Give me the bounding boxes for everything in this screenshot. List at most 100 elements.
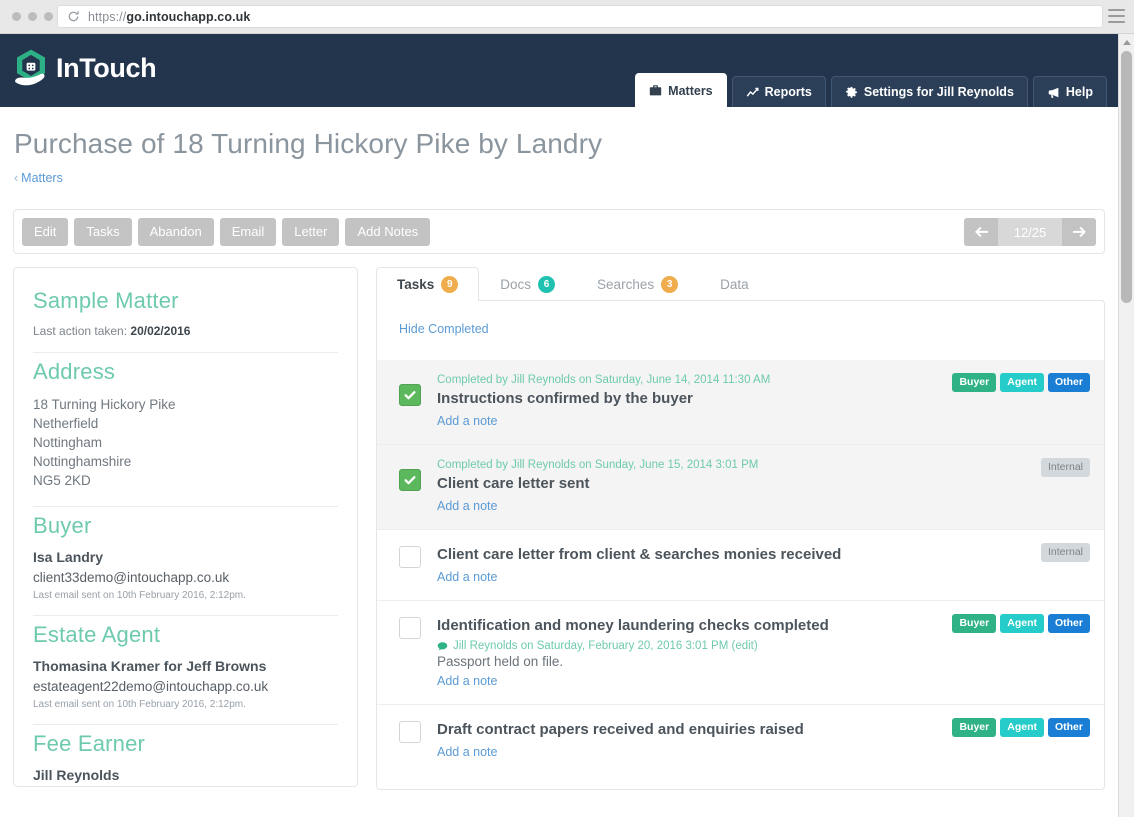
- scroll-up-arrow-icon[interactable]: [1119, 34, 1134, 50]
- task-checkbox-checked[interactable]: [399, 384, 421, 406]
- tag-internal[interactable]: Internal: [1041, 458, 1090, 477]
- action-toolbar: Edit Tasks Abandon Email Letter Add Note…: [13, 209, 1105, 254]
- address-line: Netherfield: [33, 414, 338, 433]
- add-note-link[interactable]: Add a note: [437, 745, 497, 759]
- breadcrumb-chevron-left-icon: ‹: [14, 171, 18, 185]
- task-list: Completed by Jill Reynolds on Saturday, …: [377, 360, 1104, 775]
- nav-item-help[interactable]: Help: [1033, 76, 1107, 107]
- add-notes-button[interactable]: Add Notes: [345, 218, 430, 246]
- task-title: Instructions confirmed by the buyer: [437, 388, 920, 409]
- tab-data-label: Data: [720, 277, 749, 292]
- matter-pager: 12/25: [964, 218, 1096, 246]
- page-title: Purchase of 18 Turning Hickory Pike by L…: [14, 128, 1118, 160]
- sidebar-section-address: Address 18 Turning Hickory Pike Netherfi…: [33, 359, 338, 490]
- nav-item-matters-label: Matters: [668, 84, 712, 98]
- tag-buyer[interactable]: Buyer: [952, 718, 996, 737]
- address-bar-url: https://go.intouchapp.co.uk: [88, 10, 250, 24]
- task-note-author: Jill Reynolds on Saturday, February 20, …: [437, 640, 920, 652]
- task-checkbox-unchecked[interactable]: [399, 617, 421, 639]
- tab-docs-badge: 6: [538, 276, 555, 293]
- briefcase-icon: [649, 84, 662, 97]
- tag-buyer[interactable]: Buyer: [952, 373, 996, 392]
- window-controls[interactable]: [12, 12, 53, 21]
- address-line: Nottingham: [33, 433, 338, 452]
- task-tags: Buyer Agent Other: [952, 373, 1090, 392]
- app-logo[interactable]: InTouch: [10, 47, 156, 89]
- tab-data[interactable]: Data: [699, 267, 770, 301]
- task-checkbox-unchecked[interactable]: [399, 546, 421, 568]
- reload-icon[interactable]: [67, 10, 80, 23]
- tab-tasks[interactable]: Tasks 9: [376, 267, 479, 301]
- task-checkbox-checked[interactable]: [399, 469, 421, 491]
- tag-other[interactable]: Other: [1048, 718, 1090, 737]
- task-checkbox-unchecked[interactable]: [399, 721, 421, 743]
- check-icon: [403, 473, 417, 487]
- matter-last-action-label: Last action taken:: [33, 324, 127, 338]
- address-bar[interactable]: https://go.intouchapp.co.uk: [57, 5, 1103, 28]
- page-scrollbar[interactable]: [1118, 34, 1134, 817]
- task-tags: Internal: [1041, 543, 1090, 562]
- minimize-window-dot[interactable]: [28, 12, 37, 21]
- estate-agent-heading: Estate Agent: [33, 622, 338, 648]
- edit-button[interactable]: Edit: [22, 218, 68, 246]
- tab-docs[interactable]: Docs 6: [479, 267, 576, 301]
- estate-agent-name: Thomasina Kramer for Jeff Browns: [33, 658, 338, 674]
- tag-agent[interactable]: Agent: [1000, 373, 1044, 392]
- task-note-body: Passport held on file.: [437, 654, 920, 669]
- breadcrumb[interactable]: ‹Matters: [14, 171, 1118, 185]
- fee-earner-heading: Fee Earner: [33, 731, 338, 757]
- email-button[interactable]: Email: [220, 218, 277, 246]
- abandon-button[interactable]: Abandon: [138, 218, 214, 246]
- sidebar-section-estate-agent: Estate Agent Thomasina Kramer for Jeff B…: [33, 622, 338, 710]
- app-logo-text: InTouch: [56, 53, 156, 84]
- task-row[interactable]: Completed by Jill Reynolds on Saturday, …: [377, 360, 1104, 444]
- sidebar-divider: [33, 352, 338, 353]
- add-note-link[interactable]: Add a note: [437, 570, 497, 584]
- arrow-left-icon: [974, 226, 989, 238]
- letter-button[interactable]: Letter: [282, 218, 339, 246]
- nav-item-reports-label: Reports: [765, 85, 812, 99]
- add-note-link[interactable]: Add a note: [437, 499, 497, 513]
- sidebar-section-buyer: Buyer Isa Landry client33demo@intouchapp…: [33, 513, 338, 601]
- add-note-link[interactable]: Add a note: [437, 674, 497, 688]
- matter-heading: Sample Matter: [33, 288, 338, 314]
- nav-item-matters[interactable]: Matters: [635, 73, 726, 107]
- pager-previous-button[interactable]: [964, 218, 998, 246]
- task-row[interactable]: Client care letter from client & searche…: [377, 529, 1104, 600]
- tag-agent[interactable]: Agent: [1000, 614, 1044, 633]
- task-row[interactable]: Completed by Jill Reynolds on Sunday, Ju…: [377, 444, 1104, 529]
- sidebar-divider: [33, 615, 338, 616]
- pager-next-button[interactable]: [1062, 218, 1096, 246]
- tasks-button[interactable]: Tasks: [74, 218, 131, 246]
- estate-agent-email[interactable]: estateagent22demo@intouchapp.co.uk: [33, 679, 338, 694]
- tab-searches[interactable]: Searches 3: [576, 267, 699, 301]
- title-band: Purchase of 18 Turning Hickory Pike by L…: [0, 107, 1118, 185]
- matter-sidebar: Sample Matter Last action taken: 20/02/2…: [13, 267, 358, 787]
- task-row[interactable]: Identification and money laundering chec…: [377, 600, 1104, 704]
- tab-searches-label: Searches: [597, 277, 654, 292]
- task-row[interactable]: Draft contract papers received and enqui…: [377, 704, 1104, 775]
- matter-content: Tasks 9 Docs 6 Searches 3 Data Hide Comp…: [376, 267, 1105, 790]
- sidebar-divider: [33, 724, 338, 725]
- hide-completed-link[interactable]: Hide Completed: [377, 301, 489, 336]
- tag-other[interactable]: Other: [1048, 373, 1090, 392]
- scrollbar-thumb[interactable]: [1121, 51, 1132, 303]
- nav-item-reports[interactable]: Reports: [732, 76, 826, 107]
- tag-buyer[interactable]: Buyer: [952, 614, 996, 633]
- task-body: Completed by Jill Reynolds on Sunday, Ju…: [437, 459, 1090, 515]
- close-window-dot[interactable]: [12, 12, 21, 21]
- task-note-author-text: Jill Reynolds on Saturday, February 20, …: [453, 640, 758, 652]
- hamburger-menu-icon[interactable]: [1108, 9, 1125, 27]
- address-line: Nottinghamshire: [33, 452, 338, 471]
- nav-item-settings[interactable]: Settings for Jill Reynolds: [831, 76, 1028, 107]
- task-body: Client care letter from client & searche…: [437, 544, 1090, 586]
- tag-internal[interactable]: Internal: [1041, 543, 1090, 562]
- tag-other[interactable]: Other: [1048, 614, 1090, 633]
- breadcrumb-matters-link[interactable]: Matters: [21, 171, 63, 185]
- add-note-link[interactable]: Add a note: [437, 414, 497, 428]
- maximize-window-dot[interactable]: [44, 12, 53, 21]
- task-tags: Buyer Agent Other: [952, 718, 1090, 737]
- buyer-email[interactable]: client33demo@intouchapp.co.uk: [33, 570, 338, 585]
- top-navigation: Matters Reports Settings for Jill Reynol…: [635, 73, 1107, 107]
- tag-agent[interactable]: Agent: [1000, 718, 1044, 737]
